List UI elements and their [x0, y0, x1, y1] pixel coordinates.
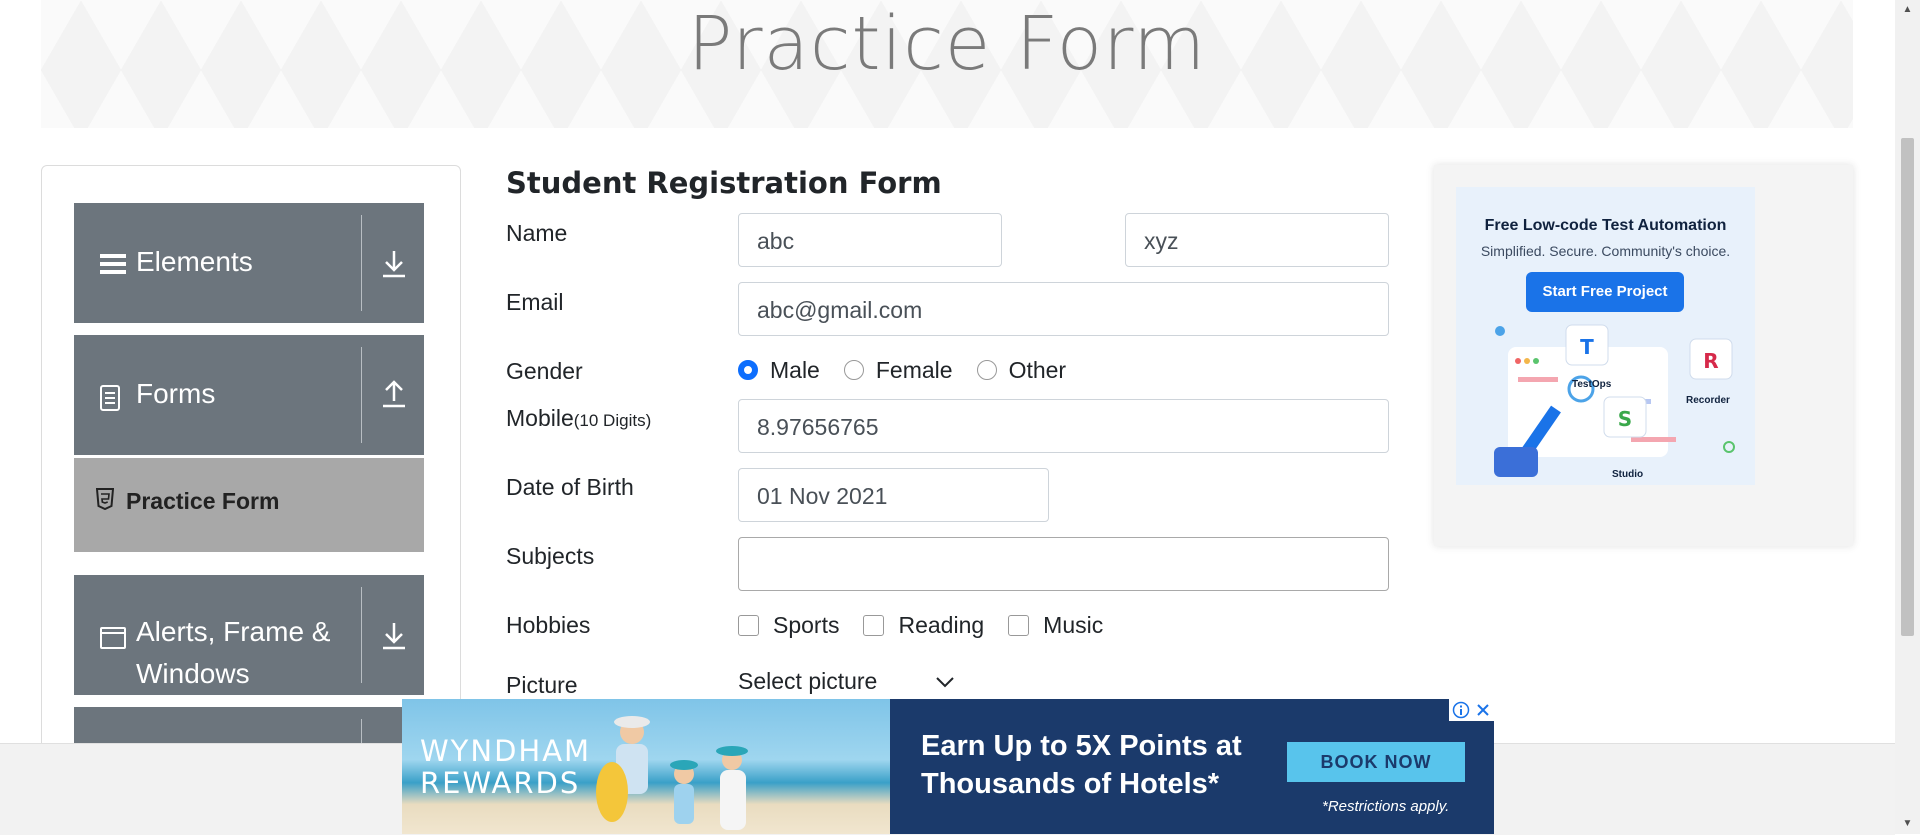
picture-label: Picture [506, 672, 578, 698]
product-label-testops: TestOps [1572, 379, 1612, 390]
gender-radio-other[interactable]: Other [976, 356, 1067, 384]
mobile-input[interactable]: 8.97656765 [738, 399, 1389, 453]
scroll-down-arrow-icon[interactable]: ▼ [1895, 814, 1920, 834]
sidebar-group-label: Elements [136, 246, 253, 277]
wyndham-logo: WYNDHAM REWARDS [420, 735, 591, 799]
ad-controls [1449, 699, 1494, 721]
radio-circle-selected[interactable] [738, 360, 758, 380]
ad-headline: Earn Up to 5X Points at Thousands of Hot… [921, 727, 1242, 803]
select-picture-button[interactable]: Select picture [738, 668, 877, 695]
divider [361, 215, 362, 311]
gender-radio-group: Male Female Other [738, 353, 1090, 387]
upload-arrow-icon[interactable] [378, 377, 410, 411]
vertical-scrollbar[interactable]: ▲ ▼ [1895, 0, 1920, 834]
scrollbar-thumb[interactable] [1901, 138, 1914, 636]
ad-headline-line2: Thousands of Hotels* [921, 768, 1220, 800]
download-arrow-icon[interactable] [378, 619, 410, 653]
sidebar-item-label: Practice Form [126, 488, 280, 514]
svg-text:S: S [1618, 407, 1632, 431]
product-label-studio: Studio [1612, 469, 1644, 480]
family-illustration [596, 716, 748, 830]
hobby-checkbox-sports[interactable]: Sports [738, 612, 839, 639]
chevron-down-icon[interactable] [935, 674, 955, 690]
divider [361, 347, 362, 443]
scroll-up-arrow-icon[interactable]: ▲ [1895, 0, 1920, 20]
gender-option-label: Female [875, 356, 953, 383]
mobile-hint: (10 Digits) [573, 411, 652, 430]
sidebar-group-alerts-frame-windows[interactable]: Alerts, Frame & Windows [74, 575, 424, 695]
start-free-project-button[interactable]: Start Free Project [1526, 272, 1684, 312]
mobile-label-text: Mobile [506, 405, 574, 431]
svg-text:T: T [1580, 335, 1594, 359]
sidebar-group-label-line2: Windows [136, 658, 250, 689]
subjects-input[interactable] [738, 537, 1389, 591]
date-of-birth-input[interactable]: 01 Nov 2021 [738, 468, 1049, 522]
gender-option-label: Other [1008, 356, 1067, 383]
checkbox[interactable] [1008, 614, 1030, 636]
checkbox[interactable] [863, 614, 885, 636]
dob-label: Date of Birth [506, 474, 634, 500]
ad-card[interactable]: Free Low-code Test Automation Simplified… [1456, 187, 1755, 485]
ad-headline: Free Low-code Test Automation [1484, 217, 1727, 234]
window-icon [100, 627, 126, 649]
html5-icon [96, 488, 114, 510]
checkbox[interactable] [738, 614, 759, 636]
sidebar-group-forms[interactable]: Forms [74, 335, 424, 455]
ad-close-icon[interactable] [1475, 702, 1491, 718]
document-icon [100, 385, 120, 411]
radio-circle[interactable] [976, 360, 997, 380]
hobbies-checkbox-group: Sports Reading Music [738, 608, 1127, 642]
gender-radio-female[interactable]: Female [843, 356, 953, 384]
gender-label: Gender [506, 358, 583, 384]
sidebar-item-practice-form[interactable]: Practice Form [74, 458, 424, 552]
ad-headline-line1: Earn Up to 5X Points at [921, 730, 1242, 762]
last-name-input[interactable]: xyz [1125, 213, 1389, 267]
gender-radio-male[interactable]: Male [738, 357, 820, 384]
download-arrow-icon[interactable] [378, 247, 410, 281]
email-input[interactable]: abc@gmail.com [738, 282, 1389, 336]
hobbies-label: Hobbies [506, 612, 591, 638]
brand-line1: WYNDHAM [420, 734, 592, 768]
email-label: Email [506, 289, 564, 315]
first-name-input[interactable]: abc [738, 213, 1002, 267]
page-title: Practice Form [687, 1, 1207, 87]
ad-katalon[interactable]: Free Low-code Test Automation Simplified… [1434, 165, 1853, 546]
svg-text:R: R [1703, 349, 1718, 373]
sidebar-group-elements[interactable]: Elements [74, 203, 424, 323]
hamburger-icon [100, 254, 126, 274]
ad-info-icon[interactable] [1452, 701, 1470, 719]
sidebar: Elements Forms Practice Form Alerts, Fra… [41, 165, 461, 767]
name-label: Name [506, 220, 568, 246]
form-title: Student Registration Form [506, 166, 942, 200]
brand-line2: REWARDS [420, 766, 581, 800]
ad-subline: Simplified. Secure. Community's choice. [1480, 243, 1731, 259]
hobby-label: Sports [773, 611, 840, 638]
page-header-banner: Practice Form [41, 0, 1853, 128]
product-label-recorder: Recorder [1686, 395, 1730, 406]
ad-wyndham[interactable]: WYNDHAM REWARDS Earn Up to 5X Points at … [402, 699, 1494, 834]
hobby-label: Reading [898, 611, 985, 638]
book-now-button[interactable]: BOOK NOW [1287, 742, 1465, 782]
subjects-label: Subjects [506, 543, 595, 569]
ad-restrictions-note: *Restrictions apply. [1322, 798, 1450, 815]
divider [361, 587, 362, 683]
radio-circle[interactable] [843, 360, 864, 380]
hobby-checkbox-music[interactable]: Music [1008, 612, 1103, 639]
ad-beach-photo: WYNDHAM REWARDS [402, 699, 890, 834]
gender-option-label: Male [770, 356, 820, 383]
hobby-label: Music [1043, 611, 1104, 638]
sidebar-group-label-line1: Alerts, Frame & [136, 616, 331, 647]
mobile-label: Mobile(10 Digits) [506, 405, 651, 432]
sidebar-group-label: Forms [136, 378, 216, 409]
hobby-checkbox-reading[interactable]: Reading [863, 612, 984, 639]
